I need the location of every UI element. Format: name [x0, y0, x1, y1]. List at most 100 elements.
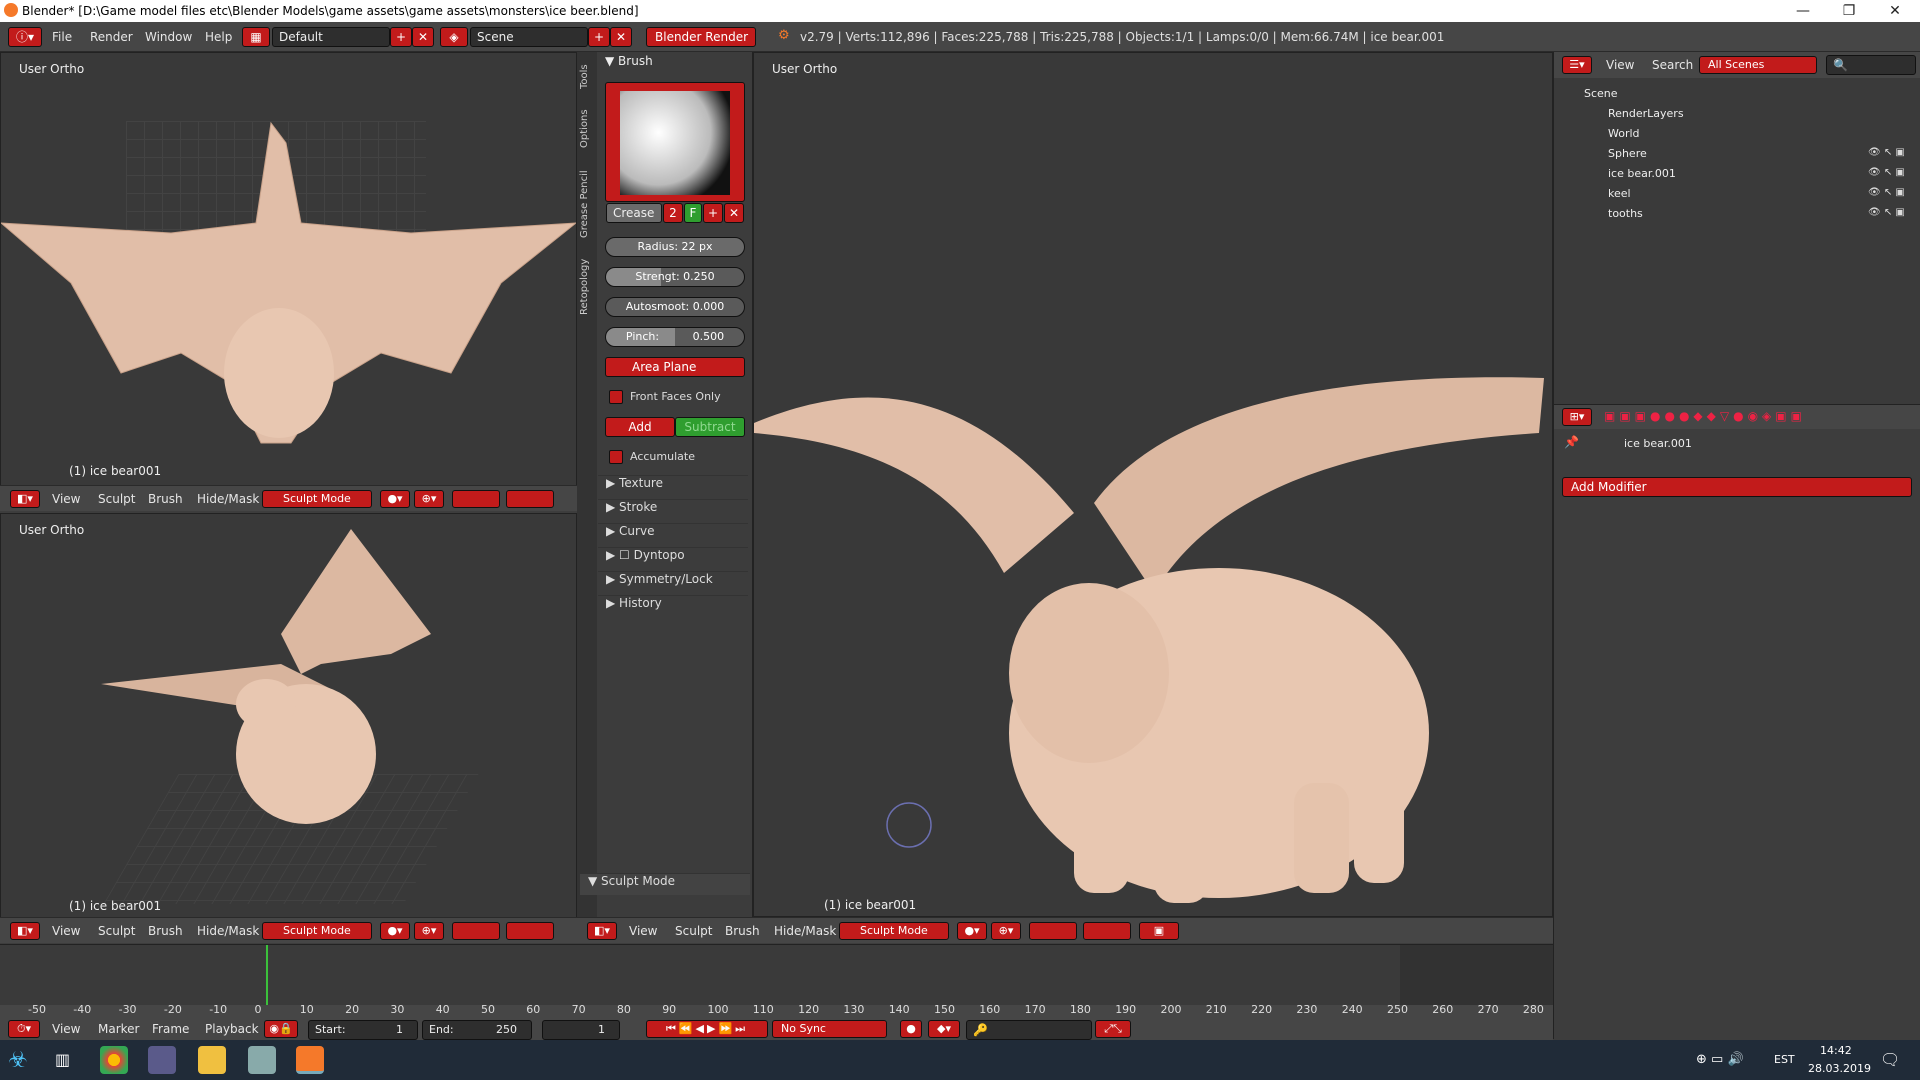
media-player-icon[interactable] — [148, 1046, 176, 1074]
record-button[interactable]: ● — [900, 1020, 922, 1038]
clock-time[interactable]: 14:42 — [1820, 1044, 1852, 1057]
visibility-icon[interactable]: 👁 ↖ ▣ — [1868, 207, 1905, 218]
pivot-select[interactable]: ⊕▾ — [414, 922, 444, 940]
panel-symmetry-lock[interactable]: ▶ Symmetry/Lock — [598, 571, 748, 593]
visibility-icon[interactable]: 👁 ↖ ▣ — [1868, 167, 1905, 178]
timeline-area[interactable] — [0, 945, 1553, 1005]
panel-texture[interactable]: ▶ Texture — [598, 475, 748, 497]
render-preview-button[interactable]: ▣ — [1139, 922, 1179, 940]
current-frame-field[interactable]: 1 — [542, 1020, 620, 1040]
notifications-icon[interactable]: 🗨 — [1880, 1050, 1900, 1069]
menu-hide-mask[interactable]: Hide/Mask — [197, 492, 259, 506]
mode-select[interactable]: Sculpt Mode — [839, 922, 949, 940]
maximize-button[interactable]: ❐ — [1826, 0, 1872, 22]
menu-hide-mask[interactable]: Hide/Mask — [197, 924, 259, 938]
fake-user-button[interactable]: F — [684, 203, 702, 223]
system-tray-icons[interactable]: ⊕ ▭ 🔊 — [1696, 1052, 1744, 1067]
mode-select[interactable]: Sculpt Mode — [262, 490, 372, 508]
new-brush-button[interactable]: + — [703, 203, 723, 223]
menu-sculpt[interactable]: Sculpt — [98, 492, 135, 506]
radius-slider[interactable]: Radius: 22 px — [605, 237, 745, 257]
properties-context-icons[interactable]: ▣▣▣●●●◆◆▽●◉◈▣▣ — [1604, 409, 1806, 423]
sculpt-plane-select[interactable]: Area Plane — [605, 357, 745, 377]
tab-options[interactable]: Options — [579, 104, 595, 154]
front-faces-only-checkbox[interactable] — [609, 390, 623, 404]
file-explorer-icon[interactable] — [198, 1046, 226, 1074]
timeline-menu-frame[interactable]: Frame — [152, 1022, 189, 1036]
tab-grease-pencil[interactable]: Grease Pencil — [579, 160, 595, 248]
outliner-menu-search[interactable]: Search — [1652, 58, 1693, 72]
layers-button-2[interactable] — [1083, 922, 1131, 940]
outliner-menu-view[interactable]: View — [1606, 58, 1634, 72]
timeline-menu-marker[interactable]: Marker — [98, 1022, 139, 1036]
input-language[interactable]: EST — [1774, 1053, 1795, 1066]
strength-slider[interactable]: Strengt: 0.250 — [605, 267, 745, 287]
add-direction-button[interactable]: Add — [605, 417, 675, 437]
panel-history[interactable]: ▶ History — [598, 595, 748, 617]
chrome-icon[interactable] — [100, 1046, 128, 1074]
menu-render[interactable]: Render — [90, 30, 133, 44]
playback-controls[interactable]: ⏮⏪◀▶⏩⏭ — [646, 1020, 768, 1038]
layers-button-2[interactable] — [506, 490, 554, 508]
pinch-slider[interactable]: Pinch: 0.500 — [605, 327, 745, 347]
playhead-marker[interactable] — [266, 945, 268, 1005]
layers-button[interactable] — [452, 490, 500, 508]
editor-type-info-icon[interactable]: ⓘ▾ — [8, 27, 42, 47]
menu-sculpt[interactable]: Sculpt — [675, 924, 712, 938]
menu-window[interactable]: Window — [145, 30, 192, 44]
add-scene-button[interactable]: + — [588, 27, 610, 47]
editor-type-timeline-icon[interactable]: ⏱▾ — [8, 1020, 40, 1038]
pivot-select[interactable]: ⊕▾ — [991, 922, 1021, 940]
outliner-item[interactable]: keel 👁 ↖ ▣ — [1554, 184, 1920, 204]
blender-taskbar-icon[interactable] — [296, 1046, 324, 1074]
steam-icon[interactable] — [248, 1046, 276, 1074]
delete-scene-button[interactable]: ✕ — [610, 27, 632, 47]
preview-range-button[interactable]: ◉🔒 — [264, 1020, 298, 1038]
delete-layout-button[interactable]: ✕ — [412, 27, 434, 47]
shading-select[interactable]: ●▾ — [957, 922, 987, 940]
mode-select[interactable]: Sculpt Mode — [262, 922, 372, 940]
screen-layout-icon[interactable]: ▦ — [242, 27, 270, 47]
close-window-button[interactable]: ✕ — [1872, 0, 1918, 22]
keying-set-button[interactable]: ◆▾ — [928, 1020, 960, 1038]
start-frame-field[interactable]: Start: 1 — [308, 1020, 418, 1040]
outliner-item[interactable]: Sphere 👁 ↖ ▣ — [1554, 144, 1920, 164]
panel-dyntopo[interactable]: ▶ ☐ Dyntopo — [598, 547, 748, 569]
scene-field[interactable]: Scene — [470, 27, 588, 47]
editor-type-outliner-icon[interactable]: ☰▾ — [1562, 56, 1592, 74]
subtract-direction-button[interactable]: Subtract — [675, 417, 745, 437]
task-view-icon[interactable]: ▥ — [55, 1050, 70, 1069]
shading-select[interactable]: ●▾ — [380, 922, 410, 940]
add-modifier-button[interactable]: Add Modifier — [1562, 477, 1912, 497]
clock-date[interactable]: 28.03.2019 — [1808, 1062, 1871, 1075]
panel-stroke[interactable]: ▶ Stroke — [598, 499, 748, 521]
outliner-search-icon[interactable]: 🔍 — [1826, 55, 1916, 75]
menu-view[interactable]: View — [52, 924, 80, 938]
editor-type-3d-icon[interactable]: ◧▾ — [10, 490, 40, 508]
panel-curve[interactable]: ▶ Curve — [598, 523, 748, 545]
editor-type-3d-icon[interactable]: ◧▾ — [587, 922, 617, 940]
menu-file[interactable]: File — [52, 30, 72, 44]
sync-mode-select[interactable]: No Sync — [772, 1020, 887, 1038]
visibility-icon[interactable]: 👁 ↖ ▣ — [1868, 187, 1905, 198]
editor-type-properties-icon[interactable]: ⊞▾ — [1562, 408, 1592, 426]
menu-brush[interactable]: Brush — [148, 492, 183, 506]
scene-icon[interactable]: ◈ — [440, 27, 468, 47]
visibility-icon[interactable]: 👁 ↖ ▣ — [1868, 147, 1905, 158]
tab-retopology[interactable]: Retopology — [579, 252, 595, 322]
layers-button[interactable] — [1029, 922, 1077, 940]
menu-view[interactable]: View — [629, 924, 657, 938]
outliner-item[interactable]: Scene — [1554, 84, 1920, 104]
panel-sculpt-mode[interactable]: ▼ Sculpt Mode — [580, 873, 750, 895]
outliner-item[interactable]: World — [1554, 124, 1920, 144]
brush-preview-frame[interactable] — [605, 82, 745, 202]
start-icon[interactable]: ☣ — [8, 1048, 28, 1073]
brush-panel-header[interactable]: ▼ Brush — [605, 54, 653, 68]
tab-tools[interactable]: Tools — [579, 57, 595, 97]
keying-set-field[interactable]: 🔑 — [966, 1020, 1092, 1040]
minimize-button[interactable]: — — [1780, 0, 1826, 22]
viewport-top-left[interactable]: User Ortho (1) ice bear001 — [0, 52, 577, 487]
accumulate-checkbox[interactable] — [609, 450, 623, 464]
layers-button[interactable] — [452, 922, 500, 940]
layers-button-2[interactable] — [506, 922, 554, 940]
